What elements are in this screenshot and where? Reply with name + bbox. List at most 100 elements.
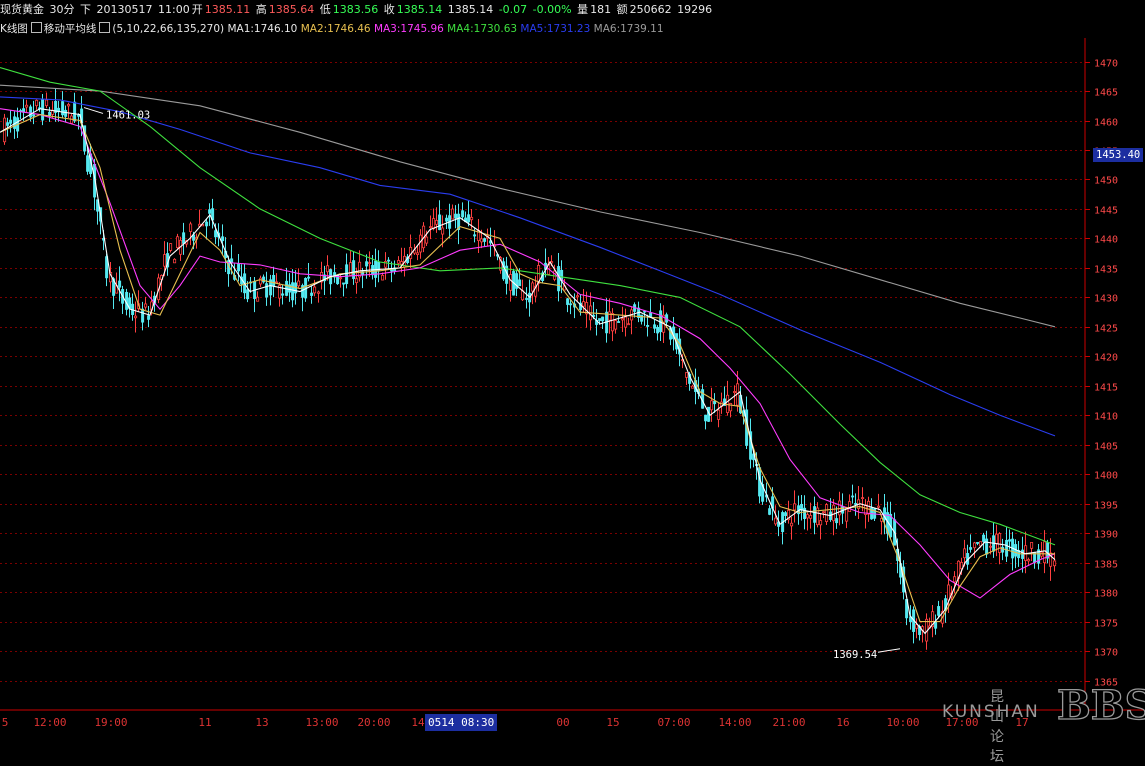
- candle-body: [557, 266, 561, 292]
- candle-body: [1030, 542, 1034, 549]
- ma5-line: [0, 96, 1056, 437]
- candle-body: [685, 372, 689, 378]
- candle-body: [35, 99, 39, 107]
- x-tick-label: 00: [556, 716, 570, 729]
- candle-body: [717, 409, 721, 420]
- ma3-line: [0, 108, 1056, 599]
- candle-body: [608, 311, 612, 321]
- candle-body: [189, 223, 193, 232]
- candle-body: [259, 277, 263, 285]
- candle-body: [221, 236, 225, 242]
- candle-body: [576, 295, 580, 298]
- candle-body: [61, 101, 65, 116]
- candle-body: [1005, 539, 1009, 557]
- candle-body: [531, 282, 535, 292]
- price-chart[interactable]: 1365137013751380138513901395140014051410…: [0, 0, 1145, 732]
- candle-body: [877, 505, 881, 508]
- x-tick-label: 21:00: [772, 716, 806, 729]
- candle-body: [691, 385, 695, 389]
- candle-body: [947, 584, 951, 601]
- candle-body: [825, 504, 829, 522]
- y-tick-label: 1420: [1094, 353, 1118, 364]
- y-tick-label: 1400: [1094, 471, 1118, 482]
- candle-body: [163, 254, 167, 267]
- candle-body: [310, 292, 314, 296]
- x-tick-label: 15: [606, 716, 620, 729]
- candle-body: [861, 497, 865, 500]
- x-tick-label: 07:00: [657, 716, 691, 729]
- markers: 1461.03 1369.54: [83, 107, 901, 661]
- candle-body: [819, 520, 823, 526]
- candle-body: [774, 517, 778, 525]
- x-tick-label: 10:00: [886, 716, 920, 729]
- candle-body: [435, 219, 439, 225]
- candle-body: [473, 234, 477, 237]
- y-tick-label: 1465: [1094, 88, 1118, 99]
- y-tick-label: 1460: [1094, 118, 1118, 129]
- watermark-en: KUNSHAN: [942, 702, 1040, 722]
- candle-body: [614, 320, 618, 330]
- candle-body: [617, 321, 621, 323]
- grid-lines: [0, 62, 1085, 682]
- x-tick-label: 13:00: [305, 716, 339, 729]
- candle-body: [173, 258, 177, 264]
- x-tick-label: 11: [198, 716, 212, 729]
- candle-body: [77, 114, 81, 117]
- candle-body: [355, 278, 359, 284]
- candle-body: [640, 314, 644, 322]
- candle-body: [582, 301, 586, 307]
- candle-body: [281, 293, 285, 296]
- candle-body: [553, 270, 557, 280]
- y-tick-label: 1390: [1094, 530, 1118, 541]
- x-tick-label: 14:00: [718, 716, 752, 729]
- candle-body: [969, 547, 973, 550]
- x-tick-label: 12:00: [33, 716, 67, 729]
- candle-body: [64, 109, 68, 117]
- x-tick-label: 16: [836, 716, 850, 729]
- candle-body: [838, 500, 842, 516]
- candle-body: [835, 518, 839, 524]
- x-tick-label: 5: [1, 716, 9, 729]
- candle-body: [611, 313, 615, 332]
- candle-body: [48, 111, 52, 117]
- candle-body: [713, 400, 717, 405]
- candle-body: [480, 238, 484, 243]
- watermark-bbs: BBS: [1056, 681, 1145, 729]
- x-tick-label: 20:00: [357, 716, 391, 729]
- candle-body: [784, 512, 788, 517]
- candle-body: [141, 308, 145, 323]
- candle-body: [656, 326, 660, 334]
- high-marker-leader: [83, 107, 104, 114]
- candle-body: [29, 106, 33, 118]
- candle-body: [265, 283, 269, 298]
- candle-body: [646, 324, 650, 327]
- candle-body: [467, 214, 471, 223]
- candle-body: [525, 298, 529, 300]
- cursor-time-tag: 0514 08:30: [425, 714, 498, 731]
- candle-body: [854, 503, 858, 505]
- candle-body: [982, 534, 986, 542]
- y-tick-label: 1395: [1094, 501, 1118, 512]
- y-tick-label: 1440: [1094, 235, 1118, 246]
- candle-body: [710, 400, 714, 411]
- candle-body: [461, 210, 465, 218]
- candle-body: [809, 515, 813, 519]
- candle-body: [441, 227, 445, 235]
- candle-body: [6, 122, 10, 126]
- candle-body: [832, 504, 836, 522]
- candle-body: [445, 217, 449, 222]
- y-tick-label: 1445: [1094, 206, 1118, 217]
- watermark-cn: 昆山论坛: [990, 689, 1004, 765]
- candle-body: [256, 296, 260, 302]
- candle-body: [214, 230, 218, 238]
- candle-body: [621, 318, 625, 321]
- candle-body: [867, 500, 871, 515]
- candle-body: [419, 234, 423, 253]
- ma4-line: [0, 66, 1056, 546]
- y-tick-label: 1415: [1094, 383, 1118, 394]
- candle-body: [976, 542, 980, 544]
- y-tick-label: 1470: [1094, 59, 1118, 70]
- candle-body: [134, 315, 138, 319]
- candle-body: [566, 298, 570, 305]
- candle-body: [432, 218, 436, 230]
